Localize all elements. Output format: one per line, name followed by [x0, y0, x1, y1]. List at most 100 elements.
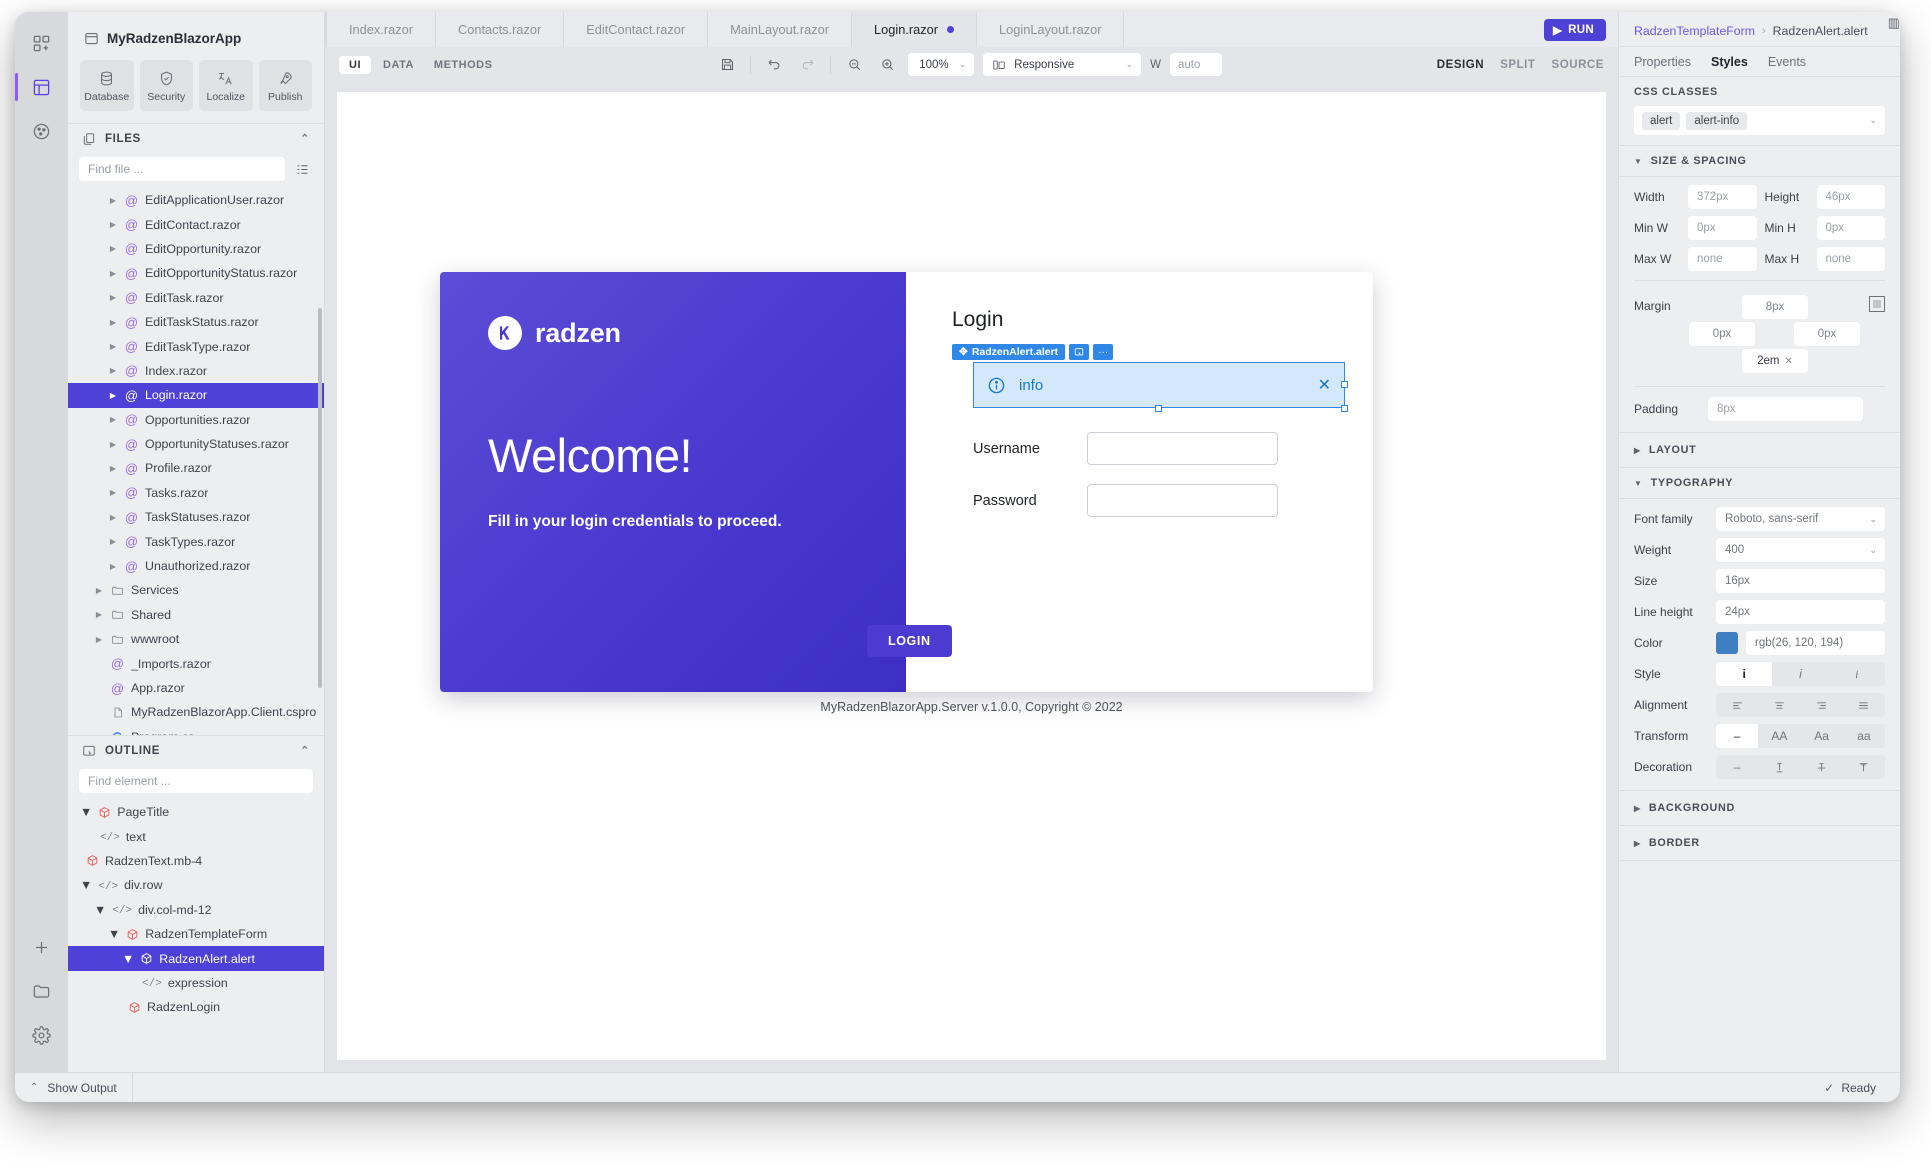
- outline-tree-item[interactable]: </> text: [68, 824, 324, 848]
- alert-close-icon[interactable]: ✕: [1318, 375, 1331, 395]
- password-input[interactable]: [1087, 484, 1278, 517]
- file-search-input[interactable]: [79, 157, 285, 181]
- tab-styles[interactable]: Styles: [1711, 55, 1748, 69]
- file-tree-item[interactable]: ▶ @ Tasks.razor: [68, 481, 324, 505]
- twisty-icon[interactable]: ▶: [108, 464, 118, 473]
- rail-new-icon[interactable]: [25, 26, 59, 60]
- size-field[interactable]: 16px: [1716, 569, 1885, 593]
- align-right-icon[interactable]: [1801, 693, 1843, 717]
- mode-data[interactable]: DATA: [375, 56, 422, 74]
- file-tree-item[interactable]: ▶ @ Profile.razor: [68, 456, 324, 480]
- twisty-icon[interactable]: ▶: [108, 415, 118, 424]
- run-button[interactable]: ▶ RUN: [1544, 18, 1606, 41]
- collapse-tree-icon[interactable]: [291, 158, 313, 180]
- view-tab-design[interactable]: DESIGN: [1437, 59, 1484, 71]
- twisty-icon[interactable]: ▶: [108, 269, 118, 278]
- transform-capitalize-button[interactable]: Aa: [1801, 724, 1843, 748]
- chevron-up-icon[interactable]: ⌃: [300, 132, 310, 145]
- selection-more-button[interactable]: ···: [1093, 344, 1114, 360]
- file-tree-item[interactable]: Program.cs: [68, 725, 324, 735]
- file-tree-item[interactable]: ▶ @ TaskStatuses.razor: [68, 505, 324, 529]
- outline-tree[interactable]: ▼ PageTitle </> text RadzenText.mb-4 ▼ </> div.…: [68, 800, 324, 1072]
- decoration-none-button[interactable]: –: [1716, 755, 1758, 779]
- username-input[interactable]: [1087, 432, 1278, 465]
- size-spacing-header[interactable]: ▼ SIZE & SPACING: [1619, 146, 1900, 177]
- align-left-icon[interactable]: [1716, 693, 1758, 717]
- twisty-icon[interactable]: ▼: [80, 805, 92, 819]
- padding-field[interactable]: 8px: [1708, 397, 1863, 421]
- element-search-input[interactable]: [79, 769, 313, 793]
- decoration-line-through-icon[interactable]: [1801, 755, 1843, 779]
- css-class-chip[interactable]: alert: [1642, 111, 1681, 130]
- outline-section-header[interactable]: OUTLINE ⌃: [68, 735, 324, 765]
- breadcrumb-parent[interactable]: RadzenTemplateForm: [1634, 24, 1755, 38]
- localize-button[interactable]: Localize: [199, 60, 253, 111]
- outline-tree-item[interactable]: RadzenLogin: [68, 995, 324, 1019]
- file-tree[interactable]: ▶ @ EditApplicationUser.razor ▶ @ EditContact…: [68, 188, 324, 735]
- file-tree-item[interactable]: ▶ @ Unauthorized.razor: [68, 554, 324, 578]
- editor-tab[interactable]: EditContact.razor: [564, 12, 709, 47]
- radzen-alert[interactable]: info ✕: [973, 362, 1345, 408]
- resize-handle-se[interactable]: [1341, 405, 1348, 412]
- twisty-icon[interactable]: ▶: [94, 586, 104, 595]
- zoom-level-select[interactable]: 100% ⌄: [908, 53, 975, 76]
- transform-lowercase-button[interactable]: aa: [1843, 724, 1885, 748]
- file-tree-item[interactable]: ▶ @ OpportunityStatuses.razor: [68, 432, 324, 456]
- publish-button[interactable]: Publish: [258, 60, 312, 111]
- transform-none-button[interactable]: –: [1716, 724, 1759, 748]
- selection-tag[interactable]: ✥ RadzenAlert.alert: [952, 344, 1066, 360]
- save-icon[interactable]: [715, 53, 739, 77]
- padding-box-icon[interactable]: ▥: [1888, 15, 1900, 31]
- mode-ui[interactable]: UI: [339, 55, 371, 74]
- twisty-icon[interactable]: ▶: [108, 488, 118, 497]
- file-tree-item[interactable]: ▶ @ EditOpportunityStatus.razor: [68, 261, 324, 285]
- decoration-overline-icon[interactable]: [1843, 755, 1885, 779]
- rail-add-icon[interactable]: [25, 930, 59, 964]
- outline-tree-item[interactable]: ▼ RadzenAlert.alert: [68, 946, 324, 971]
- file-tree-item[interactable]: ▶ @ EditTaskStatus.razor: [68, 310, 324, 334]
- view-tab-source[interactable]: SOURCE: [1552, 59, 1605, 71]
- twisty-icon[interactable]: ▶: [108, 391, 118, 400]
- twisty-icon[interactable]: ▼: [80, 878, 92, 892]
- typography-section-header[interactable]: ▼ TYPOGRAPHY: [1619, 468, 1900, 499]
- file-tree-item[interactable]: ▶ @ EditContact.razor: [68, 212, 324, 236]
- css-class-chip[interactable]: alert-info: [1686, 111, 1748, 130]
- style-normal-button[interactable]: i: [1716, 662, 1773, 686]
- twisty-icon[interactable]: ▶: [108, 244, 118, 253]
- layout-section-header[interactable]: ▶ LAYOUT: [1619, 433, 1900, 468]
- border-section-header[interactable]: ▶ BORDER: [1619, 826, 1900, 861]
- twisty-icon[interactable]: ▶: [108, 293, 118, 302]
- zoom-out-icon[interactable]: [842, 53, 866, 77]
- redo-icon[interactable]: [795, 53, 819, 77]
- margin-bottom-clear-icon[interactable]: ✕: [1784, 356, 1792, 367]
- undo-icon[interactable]: [762, 53, 786, 77]
- view-tab-split[interactable]: SPLIT: [1500, 59, 1535, 71]
- file-tree-item[interactable]: ▶ @ EditOpportunity.razor: [68, 237, 324, 261]
- outline-tree-item[interactable]: ▼ </> div.row: [68, 873, 324, 897]
- css-classes-field[interactable]: alert alert-info ⌄: [1634, 106, 1885, 135]
- editor-tab[interactable]: MainLayout.razor: [708, 12, 852, 47]
- outline-tree-item[interactable]: ▼ PageTitle: [68, 800, 324, 824]
- twisty-icon[interactable]: ▶: [94, 635, 104, 644]
- rail-pages-icon[interactable]: [15, 70, 59, 104]
- file-tree-item[interactable]: ▶ @ Opportunities.razor: [68, 408, 324, 432]
- file-tree-item[interactable]: MyRadzenBlazorApp.Client.csproj: [68, 700, 324, 724]
- twisty-icon[interactable]: ▶: [108, 318, 118, 327]
- decoration-underline-icon[interactable]: [1758, 755, 1800, 779]
- file-tree-item[interactable]: ▶ wwwroot: [68, 627, 324, 651]
- twisty-icon[interactable]: ▶: [108, 537, 118, 546]
- align-center-icon[interactable]: [1758, 693, 1800, 717]
- mode-methods[interactable]: METHODS: [426, 56, 501, 74]
- editor-tab[interactable]: Login.razor: [852, 12, 978, 47]
- files-section-header[interactable]: FILES ⌃: [68, 123, 324, 153]
- width-field[interactable]: 372px: [1688, 185, 1757, 209]
- weight-select[interactable]: 400 ⌄: [1716, 538, 1885, 562]
- twisty-icon[interactable]: ▶: [108, 562, 118, 571]
- width-input[interactable]: auto: [1170, 53, 1222, 76]
- file-tree-item[interactable]: @ App.razor: [68, 676, 324, 700]
- margin-top-field[interactable]: 8px: [1742, 295, 1808, 319]
- margin-box-icon[interactable]: [1869, 296, 1885, 312]
- file-tree-scrollbar[interactable]: [318, 308, 322, 688]
- security-button[interactable]: Security: [139, 60, 193, 111]
- file-tree-item[interactable]: @ _Imports.razor: [68, 651, 324, 675]
